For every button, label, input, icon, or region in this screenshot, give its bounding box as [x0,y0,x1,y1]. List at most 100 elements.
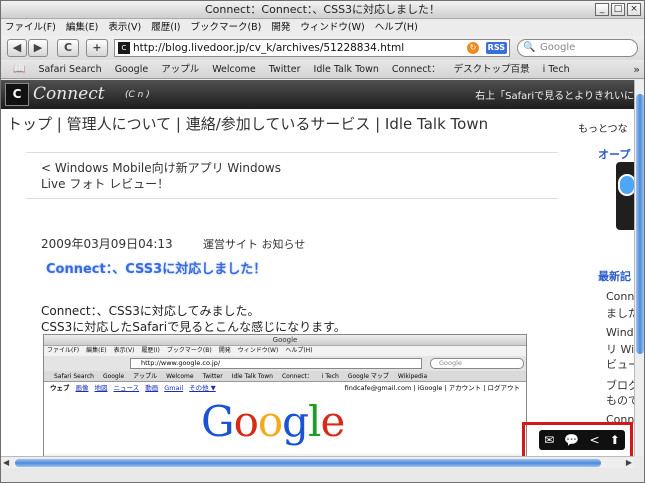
post-line: CSS3に対応したSafariで見るとこんな感じになります。 [41,320,346,334]
menu-file[interactable]: ファイル(F) [5,20,56,36]
embedded-search: Google [430,358,524,369]
divider [26,198,558,199]
bookmark-item[interactable]: Welcome [212,61,255,78]
maximize-button[interactable]: □ [611,3,625,16]
bookmark-item[interactable]: i Tech [543,61,570,78]
embedded-menu-item: ウィンドウ(W) [237,347,279,354]
embedded-screenshot: Google ファイル(F) 編集(E) 表示(V) 履歴(I) ブックマーク(… [43,334,527,456]
sidebar-item[interactable]: ました [606,305,634,321]
sidebar-item[interactable]: リ Wi [606,341,634,357]
post-body: Connect：、CSS3に対応してみました。 CSS3に対応したSafariで… [41,303,346,335]
vertical-scrollbar[interactable] [634,80,644,456]
embedded-bookmark: Idle Talk Town [231,373,273,380]
horizontal-scroll-thumb[interactable] [15,459,601,467]
bookmark-item[interactable]: Idle Talk Town [314,61,379,78]
sidebar-item[interactable]: もので [606,392,634,408]
menu-window[interactable]: ウィンドウ(W) [300,20,364,36]
address-bar[interactable]: C http://blog.livedoor.jp/cv_k/archives/… [114,39,510,57]
bookmark-item[interactable]: アップル [161,61,199,78]
header-note: 右上「Safariで見るとよりきれいに [475,91,634,102]
menu-bookmarks[interactable]: ブックマーク(B) [190,20,261,36]
bookmark-item[interactable]: Twitter [269,61,301,78]
add-bookmark-button[interactable]: + [86,39,108,57]
google-logo: Google [201,397,345,446]
menu-develop[interactable]: 開発 [271,20,290,36]
embedded-bookmark: Twitter [202,373,223,380]
embedded-menu-item: 開発 [218,347,231,354]
reload-button[interactable]: C [57,39,79,57]
bookmark-item[interactable]: Google [115,61,149,78]
menu-view[interactable]: 表示(V) [108,20,141,36]
embedded-bookmark: i Tech [321,373,339,380]
bookmarks-bar: 📖 Safari Search Google アップル Welcome Twit… [1,61,644,79]
comment-icon[interactable]: 💬 [564,433,579,447]
embedded-menu-item: 表示(V) [113,347,135,354]
post-line: Connect：、CSS3に対応してみました。 [41,304,260,318]
sidebar-item[interactable]: Conn [606,290,634,303]
window-controls: _ □ × [595,3,641,16]
bookmark-item[interactable]: デスクトップ百景 [454,61,530,78]
embedded-bookmarks: Safari Search Google アップル Welcome Twitte… [44,371,526,382]
embedded-page: Google [44,394,526,454]
prev-post-link[interactable]: < Windows Mobile向け新アプリ Windows Live フォト … [41,160,286,192]
embedded-bookmark: Google [102,373,125,380]
horizontal-scrollbar[interactable]: ◀ ▶ [1,456,634,468]
embedded-bookmark: Wikipedia [397,373,428,380]
scroll-left-icon[interactable]: ◀ [3,458,9,467]
rss-button[interactable]: RSS [485,42,507,54]
embedded-menu-item: 編集(E) [86,347,107,354]
sidebar-item[interactable]: Wind [606,326,634,339]
mail-icon[interactable]: ✉ [544,433,554,447]
share-icon[interactable]: < [590,433,600,447]
close-button[interactable]: × [627,3,641,16]
embedded-link-web: ウェブ [50,384,70,392]
embedded-address: http://www.google.co.jp/ [130,358,422,369]
sidebar-app-icon[interactable] [616,162,634,230]
embedded-menu-item: 履歴(I) [141,347,160,354]
divider [26,152,558,153]
embedded-bookmark: アップル [133,373,158,380]
bookmarks-book-icon[interactable]: 📖 [13,61,25,78]
embedded-menu-item: ファイル(F) [47,347,80,354]
post-categories[interactable]: 運営サイト お知らせ [203,236,305,252]
embedded-link: 画像 [75,384,89,392]
site-logo-sub: (C n ) [125,90,150,100]
embedded-menu-item: ブックマーク(B) [166,347,212,354]
embedded-google-links: ウェブ 画像 地図 ニュース 動画 Gmail その他 ▼ findcafe@g… [44,382,526,394]
site-nav[interactable]: トップ | 管理人について | 連絡/参加しているサービス | Idle Tal… [7,113,488,134]
menu-history[interactable]: 履歴(I) [151,20,180,36]
menu-help[interactable]: ヘルプ(H) [375,20,418,36]
bookmark-item[interactable]: Safari Search [38,61,101,78]
forward-button[interactable]: ▶ [28,39,48,57]
embedded-link: 地図 [94,384,108,392]
web-content: C Connect (C n ) 右上「Safariで見るとよりきれいに トップ… [1,80,634,456]
bookmark-item[interactable]: Connect： [392,61,441,78]
post-title[interactable]: Connect：、CSS3に対応しました！ [46,258,266,277]
site-logo-icon[interactable]: C [5,83,29,106]
browser-window: Connect： Connect：、CSS3に対応しました！ _ □ × ファイル… [0,0,645,483]
site-logo-text[interactable]: Connect [33,84,105,104]
minimize-button[interactable]: _ [595,3,609,16]
embedded-bookmark: Connect： [281,373,313,380]
toolbar: ◀ ▶ C + C http://blog.livedoor.jp/cv_k/a… [1,36,644,60]
scroll-right-icon[interactable]: ▶ [626,458,632,467]
embedded-link: その他 ▼ [189,384,216,392]
search-field[interactable]: 🔍 Google [517,39,638,57]
post-date: 2009年03月09日04:13 [41,237,173,251]
embedded-account: findcafe@gmail.com | iGoogle | アカウント | ロ… [344,384,520,392]
sidebar-top-text: もっとつな [578,124,628,135]
vertical-scroll-thumb[interactable] [636,94,644,354]
sidebar-item[interactable]: ブログ [606,377,634,393]
address-text: http://blog.livedoor.jp/cv_k/archives/51… [133,42,405,54]
page-reload-icon[interactable]: ↻ [467,42,479,54]
embedded-title-bar: Google [44,335,526,346]
menu-edit[interactable]: 編集(E) [66,20,98,36]
back-button[interactable]: ◀ [7,39,27,57]
bookmarks-overflow-icon[interactable]: » [633,61,640,79]
embedded-title: Google [272,336,298,344]
sidebar-item[interactable]: ビュー [606,356,634,372]
embedded-link: Gmail [164,384,184,392]
scroll-top-icon[interactable]: ⬆ [610,433,620,447]
search-placeholder: Google [540,42,576,53]
menu-bar: ファイル(F) 編集(E) 表示(V) 履歴(I) ブックマーク(B) 開発 ウ… [1,20,644,36]
